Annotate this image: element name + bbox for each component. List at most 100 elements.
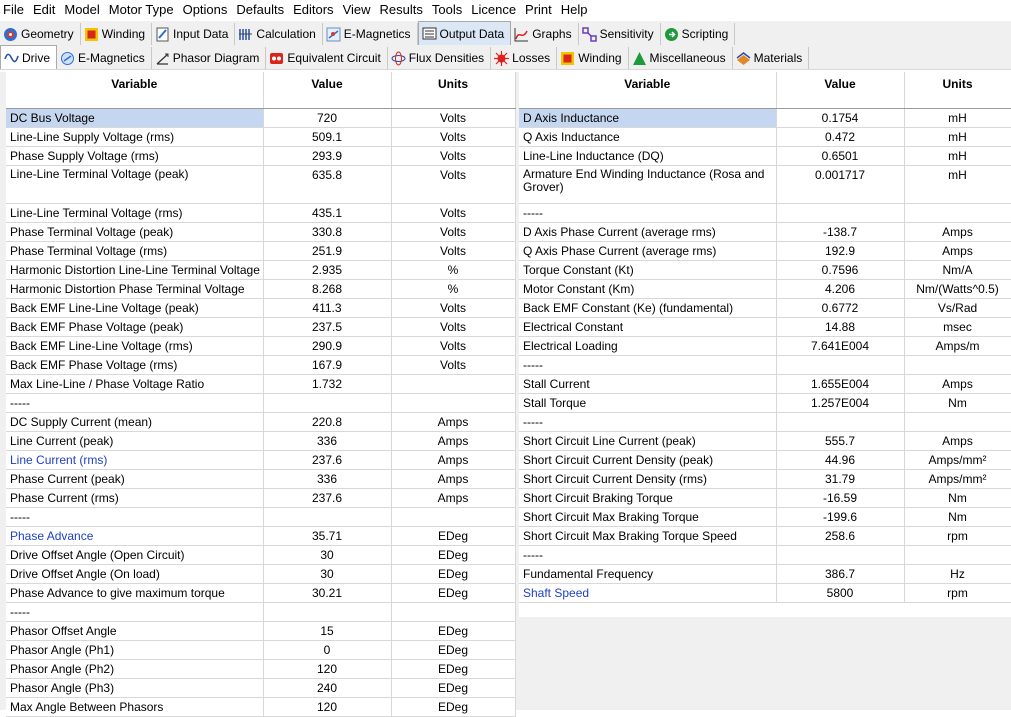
table-row[interactable]: Q Axis Phase Current (average rms) 192.9 A…	[519, 241, 1011, 261]
menu-editors[interactable]: Editors	[289, 0, 338, 20]
table-row[interactable]: Phase Supply Voltage (rms) 293.9 Volts	[6, 146, 516, 166]
table-row[interactable]: Armature End Winding Inductance (Rosa an…	[519, 165, 1011, 204]
table-row[interactable]: Short Circuit Line Current (peak) 555.7 Am…	[519, 431, 1011, 451]
menu-print[interactable]: Print	[521, 0, 557, 20]
table-row[interactable]: -----	[519, 203, 1011, 223]
variable-cell: Phase Current (rms)	[6, 488, 264, 508]
tab-flux-densities[interactable]: Flux Densities	[388, 47, 492, 69]
menu-model[interactable]: Model	[60, 0, 104, 20]
tab-calculation[interactable]: Calculation	[235, 23, 323, 45]
tab-winding[interactable]: Winding	[81, 23, 153, 45]
table-row[interactable]: Max Angle Between Phasors 120 EDeg	[6, 697, 516, 717]
table-row[interactable]: Fundamental Frequency 386.7 Hz	[519, 564, 1011, 584]
table-row[interactable]: Short Circuit Current Density (rms) 31.79…	[519, 469, 1011, 489]
tab-phasor-diagram[interactable]: Phasor Diagram	[152, 47, 267, 69]
tab-drive[interactable]: Drive	[0, 45, 58, 69]
tab-sensitivity[interactable]: Sensitivity	[579, 23, 661, 45]
table-row[interactable]: Torque Constant (Kt) 0.7596 Nm/A	[519, 260, 1011, 280]
table-row[interactable]: Drive Offset Angle (On load) 30 EDeg	[6, 564, 516, 584]
table-row[interactable]: Electrical Loading 7.641E004 Amps/m	[519, 336, 1011, 356]
tab-materials[interactable]: Materials	[733, 47, 810, 69]
table-row[interactable]: Short Circuit Max Braking Torque -199.6 Nm	[519, 507, 1011, 527]
variable-cell: DC Bus Voltage	[6, 108, 264, 128]
table-row[interactable]: Electrical Constant 14.88 msec	[519, 317, 1011, 337]
tab-graphs[interactable]: Graphs	[511, 23, 579, 45]
value-cell	[776, 545, 905, 565]
value-cell: 555.7	[776, 431, 905, 451]
table-row[interactable]: Q Axis Inductance 0.472 mH	[519, 127, 1011, 147]
table-row[interactable]: -----	[6, 602, 516, 622]
table-row[interactable]: Phase Advance to give maximum torque 30.2…	[6, 583, 516, 603]
table-row[interactable]: -----	[519, 412, 1011, 432]
menu-licence[interactable]: Licence	[467, 0, 521, 20]
column-header-units[interactable]: Units	[391, 72, 516, 109]
table-row[interactable]: -----	[6, 393, 516, 413]
table-row[interactable]: Stall Torque 1.257E004 Nm	[519, 393, 1011, 413]
tab-winding-sub[interactable]: Winding	[557, 47, 629, 69]
table-row[interactable]: Back EMF Constant (Ke) (fundamental) 0.67…	[519, 298, 1011, 318]
table-row[interactable]: Phasor Angle (Ph3) 240 EDeg	[6, 678, 516, 698]
table-row[interactable]: Phase Terminal Voltage (rms) 251.9 Volts	[6, 241, 516, 261]
column-header-units[interactable]: Units	[904, 72, 1011, 109]
tab-geometry[interactable]: Geometry	[0, 23, 81, 45]
table-row[interactable]: Shaft Speed 5800 rpm	[519, 583, 1011, 603]
value-cell: 8.268	[263, 279, 392, 299]
table-row[interactable]: Line-Line Supply Voltage (rms) 509.1 Volts	[6, 127, 516, 147]
table-row[interactable]: Back EMF Line-Line Voltage (rms) 290.9 Vol…	[6, 336, 516, 356]
tab-input-data[interactable]: Input Data	[152, 23, 236, 45]
table-row[interactable]: Short Circuit Current Density (peak) 44.9…	[519, 450, 1011, 470]
table-row[interactable]: DC Supply Current (mean) 220.8 Amps	[6, 412, 516, 432]
table-row[interactable]: Phasor Angle (Ph2) 120 EDeg	[6, 659, 516, 679]
menu-defaults[interactable]: Defaults	[232, 0, 289, 20]
table-row[interactable]: Back EMF Line-Line Voltage (peak) 411.3 Vo…	[6, 298, 516, 318]
table-row[interactable]: DC Bus Voltage 720 Volts	[6, 108, 516, 128]
menu-edit[interactable]: Edit	[29, 0, 60, 20]
table-row[interactable]: D Axis Phase Current (average rms) -138.7…	[519, 222, 1011, 242]
table-row[interactable]: Line Current (rms) 237.6 Amps	[6, 450, 516, 470]
column-header-variable[interactable]: Variable	[519, 72, 777, 109]
table-row[interactable]: -----	[519, 355, 1011, 375]
tab-equivalent-circuit[interactable]: Equivalent Circuit	[266, 47, 388, 69]
table-row[interactable]: Phase Terminal Voltage (peak) 330.8 Volts	[6, 222, 516, 242]
table-row[interactable]: Phase Advance 35.71 EDeg	[6, 526, 516, 546]
tab-e-magnetics[interactable]: E-Magnetics	[323, 23, 418, 45]
right-table-empty-area	[519, 617, 1011, 710]
table-row[interactable]: Back EMF Phase Voltage (peak) 237.5 Volts	[6, 317, 516, 337]
table-row[interactable]: Back EMF Phase Voltage (rms) 167.9 Volts	[6, 355, 516, 375]
column-header-value[interactable]: Value	[263, 72, 392, 109]
table-row[interactable]: Line-Line Inductance (DQ) 0.6501 mH	[519, 146, 1011, 166]
table-row[interactable]: Drive Offset Angle (Open Circuit) 30 EDeg	[6, 545, 516, 565]
menu-view[interactable]: View	[339, 0, 376, 20]
table-row[interactable]: -----	[6, 507, 516, 527]
tab-miscellaneous[interactable]: Miscellaneous	[629, 47, 733, 69]
units-cell: Amps	[904, 431, 1011, 451]
table-row[interactable]: -----	[519, 545, 1011, 565]
table-row[interactable]: D Axis Inductance 0.1754 mH	[519, 108, 1011, 128]
table-row[interactable]: Short Circuit Braking Torque -16.59 Nm	[519, 488, 1011, 508]
menu-motor-type[interactable]: Motor Type	[105, 0, 179, 20]
menu-tools[interactable]: Tools	[428, 0, 467, 20]
table-row[interactable]: Phase Current (peak) 336 Amps	[6, 469, 516, 489]
table-row[interactable]: Stall Current 1.655E004 Amps	[519, 374, 1011, 394]
table-row[interactable]: Line-Line Terminal Voltage (peak) 635.8 Vo…	[6, 165, 516, 204]
table-row[interactable]: Phasor Offset Angle 15 EDeg	[6, 621, 516, 641]
table-row[interactable]: Short Circuit Max Braking Torque Speed 25…	[519, 526, 1011, 546]
menu-results[interactable]: Results	[376, 0, 428, 20]
tab-e-magnetics-sub[interactable]: E-Magnetics	[57, 47, 152, 69]
column-header-variable[interactable]: Variable	[6, 72, 264, 109]
table-row[interactable]: Line Current (peak) 336 Amps	[6, 431, 516, 451]
table-row[interactable]: Harmonic Distortion Phase Terminal Volta…	[6, 279, 516, 299]
tab-losses[interactable]: Losses	[491, 47, 558, 69]
table-row[interactable]: Max Line-Line / Phase Voltage Ratio 1.732	[6, 374, 516, 394]
menu-file[interactable]: File	[0, 0, 29, 20]
tab-output-data[interactable]: Output Data	[417, 21, 512, 45]
menu-options[interactable]: Options	[179, 0, 233, 20]
table-row[interactable]: Phase Current (rms) 237.6 Amps	[6, 488, 516, 508]
table-row[interactable]: Phasor Angle (Ph1) 0 EDeg	[6, 640, 516, 660]
column-header-value[interactable]: Value	[776, 72, 905, 109]
menu-help[interactable]: Help	[557, 0, 593, 20]
table-row[interactable]: Line-Line Terminal Voltage (rms) 435.1 Vol…	[6, 203, 516, 223]
table-row[interactable]: Motor Constant (Km) 4.206 Nm/(Watts^0.5)	[519, 279, 1011, 299]
table-row[interactable]: Harmonic Distortion Line-Line Terminal V…	[6, 260, 516, 280]
tab-scripting[interactable]: Scripting	[661, 23, 736, 45]
